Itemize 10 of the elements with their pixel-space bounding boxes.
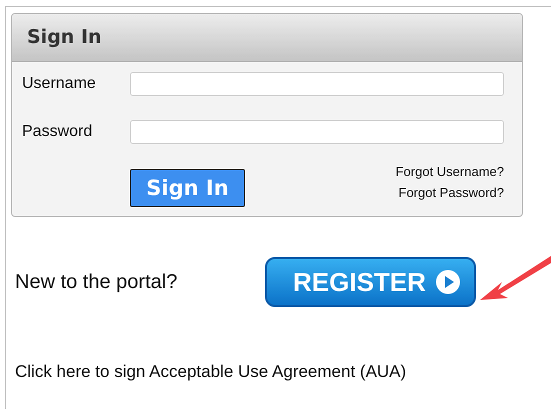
password-field[interactable] — [130, 120, 504, 144]
play-icon — [436, 270, 460, 294]
register-prompt: New to the portal? — [15, 270, 178, 294]
forgot-link[interactable]: Forgot Password? — [398, 185, 504, 200]
field-label: Password — [22, 123, 94, 141]
username-field[interactable] — [130, 72, 504, 96]
field-label: Username — [22, 75, 97, 93]
panel-title: Sign In — [12, 14, 522, 62]
forgot-link[interactable]: Forgot Username? — [396, 164, 504, 179]
agreement-link[interactable]: Click here to sign Acceptable Use Agreement (AUA) — [11, 362, 551, 382]
